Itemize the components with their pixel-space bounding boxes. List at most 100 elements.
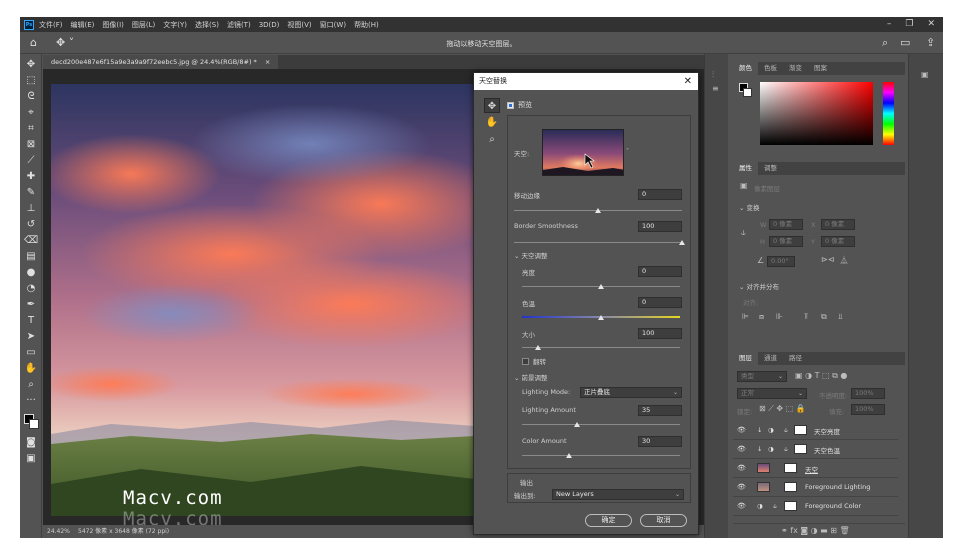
tab-properties[interactable]: 属性 xyxy=(733,162,758,175)
lighting-mode-select[interactable]: 正片叠底 ⌄ xyxy=(580,387,682,398)
move-tool-icon[interactable]: ✥ xyxy=(24,58,38,72)
layer-actions-icons[interactable]: ⚭ fx ◙ ◑ ▬ ⊞ 🗑 xyxy=(781,526,850,535)
output-to-select[interactable]: New Layers ⌄ xyxy=(552,489,684,500)
zoom-tool-icon[interactable]: ⌕ xyxy=(484,132,500,147)
menu-file[interactable]: 文件(F) xyxy=(39,20,63,30)
brightness-input[interactable]: 0 xyxy=(638,266,682,277)
temperature-slider-thumb[interactable] xyxy=(598,315,604,320)
flip-horizontal-icon[interactable]: ⊳⊲ xyxy=(821,255,834,264)
menu-select[interactable]: 选择(S) xyxy=(195,20,219,30)
opacity-input[interactable]: 100% xyxy=(851,388,885,399)
tab-channels[interactable]: 通道 xyxy=(758,352,783,365)
history-brush-tool-icon[interactable]: ↺ xyxy=(24,218,38,232)
quick-select-tool-icon[interactable]: ⌖ xyxy=(24,106,38,120)
border-smoothness-slider-track[interactable] xyxy=(514,242,682,243)
search-icon[interactable]: ⌕ xyxy=(882,36,888,50)
sky-preset-thumbnail[interactable] xyxy=(542,129,624,176)
filter-icons[interactable]: ▣ ◑ T ⬚ ⧉ ● xyxy=(795,371,847,381)
gradient-tool-icon[interactable]: ▤ xyxy=(24,250,38,264)
align-middle-v-icon[interactable]: ⧉ xyxy=(821,312,827,322)
align-distribute-header[interactable]: ⌄ 对齐并分布 xyxy=(739,281,779,291)
layer-row[interactable]: 👁 ↓ ◑ ⫝ 天空亮度 xyxy=(733,421,898,440)
close-tab-icon[interactable]: × xyxy=(265,58,270,66)
lasso-tool-icon[interactable]: ᘓ xyxy=(24,90,38,104)
hue-slider[interactable] xyxy=(883,82,894,145)
align-left-icon[interactable]: ⊫ xyxy=(742,312,749,321)
fill-input[interactable]: 100% xyxy=(851,404,885,415)
quick-mask-icon[interactable]: ◙ xyxy=(24,436,38,450)
hand-tool-icon[interactable]: ✋ xyxy=(484,115,500,130)
lock-icons[interactable]: ⊠ ⟋ ✥ ⬚ 🔒 xyxy=(759,404,806,414)
flip-vertical-icon[interactable]: ⏅ xyxy=(840,255,848,266)
zoom-level[interactable]: 24.42% xyxy=(47,525,70,538)
background-color-swatch[interactable] xyxy=(29,419,39,429)
crop-tool-icon[interactable]: ⌗ xyxy=(24,122,38,136)
stamp-tool-icon[interactable]: ⊥ xyxy=(24,202,38,216)
background-color-swatch[interactable] xyxy=(743,88,752,97)
align-bottom-icon[interactable]: ⫫ xyxy=(838,312,843,322)
sky-dropdown-arrow-icon[interactable]: ˅ xyxy=(626,148,629,155)
y-input[interactable]: 0 像素 xyxy=(821,236,855,247)
menu-layer[interactable]: 图层(L) xyxy=(132,20,155,30)
ok-button[interactable]: 确定 xyxy=(585,514,632,527)
color-amount-slider-thumb[interactable] xyxy=(566,453,573,458)
share-icon[interactable]: ⇪ xyxy=(926,36,935,49)
blur-tool-icon[interactable]: ● xyxy=(24,266,38,280)
pen-tool-icon[interactable]: ✒ xyxy=(24,298,38,312)
foreground-adjustments-header[interactable]: ⌄ 前景调整 xyxy=(514,372,548,382)
lighting-amount-slider-track[interactable] xyxy=(522,424,680,425)
restore-icon[interactable]: ❐ xyxy=(905,19,913,29)
layer-row[interactable]: 👁 Foreground Lighting xyxy=(733,478,898,497)
menu-3d[interactable]: 3D(D) xyxy=(259,21,280,29)
temperature-input[interactable]: 0 xyxy=(638,297,682,308)
zoom-tool-icon[interactable]: ⌕ xyxy=(24,378,38,392)
tab-layers[interactable]: 图层 xyxy=(733,352,758,365)
width-input[interactable]: 0 像素 xyxy=(769,219,803,230)
menu-help[interactable]: 帮助(H) xyxy=(354,20,379,30)
shift-edge-input[interactable]: 0 xyxy=(638,189,682,200)
scale-slider-thumb[interactable] xyxy=(534,345,541,350)
lighting-amount-slider-thumb[interactable] xyxy=(574,422,581,427)
libraries-panel-icon[interactable]: ▣ xyxy=(921,70,929,79)
blend-mode-select[interactable]: 正常 ⌄ xyxy=(737,388,807,399)
layer-row[interactable]: 👁 ↓ ◑ ⫝ 天空色温 xyxy=(733,440,898,459)
screen-mode-icon[interactable]: ▣ xyxy=(24,452,38,466)
menu-window[interactable]: 窗口(W) xyxy=(320,20,346,30)
tab-patterns[interactable]: 图案 xyxy=(808,62,833,75)
eyedropper-tool-icon[interactable]: ⟋ xyxy=(24,154,38,168)
scale-input[interactable]: 100 xyxy=(638,328,682,339)
menu-image[interactable]: 图像(I) xyxy=(102,20,124,30)
tab-swatches[interactable]: 色板 xyxy=(758,62,783,75)
flip-checkbox[interactable] xyxy=(522,357,529,365)
align-center-h-icon[interactable]: ⧈ xyxy=(759,312,764,322)
rectangle-tool-icon[interactable]: ▭ xyxy=(24,346,38,360)
shift-edge-slider-thumb[interactable] xyxy=(595,208,601,213)
tab-gradients[interactable]: 渐变 xyxy=(783,62,808,75)
visibility-eye-icon[interactable]: 👁 xyxy=(737,502,746,510)
layer-row[interactable]: 👁 天空 xyxy=(733,459,898,478)
border-smoothness-slider-thumb[interactable] xyxy=(679,240,685,245)
dodge-tool-icon[interactable]: ◔ xyxy=(24,282,38,296)
history-panel-icon[interactable]: ⫶ xyxy=(712,70,714,80)
sky-adjustments-header[interactable]: ⌄ 天空调整 xyxy=(514,250,548,260)
eraser-tool-icon[interactable]: ⌫ xyxy=(24,234,38,248)
workspace-icon[interactable]: ▭ xyxy=(900,36,910,49)
color-amount-input[interactable]: 30 xyxy=(638,436,682,447)
visibility-eye-icon[interactable]: 👁 xyxy=(737,464,746,472)
link-icon[interactable]: ⫝ xyxy=(741,228,746,238)
scale-slider-track[interactable] xyxy=(522,347,680,348)
brightness-slider-thumb[interactable] xyxy=(598,284,604,289)
hand-tool-icon[interactable]: ✋ xyxy=(24,362,38,376)
transform-header[interactable]: ⌄ 变换 xyxy=(739,202,760,212)
flip-toggle[interactable]: 翻转 xyxy=(522,356,546,366)
color-field[interactable] xyxy=(760,82,873,145)
layer-row[interactable]: 👁 ◑ ⫝ Foreground Color xyxy=(733,497,898,516)
marquee-tool-icon[interactable]: ⬚ xyxy=(24,74,38,88)
menu-filter[interactable]: 滤镜(T) xyxy=(227,20,251,30)
angle-input[interactable]: 0.00° xyxy=(767,256,795,267)
preview-checkbox[interactable] xyxy=(507,101,514,109)
sky-move-tool-icon[interactable]: ✥ xyxy=(484,98,500,113)
tab-paths[interactable]: 路径 xyxy=(783,352,808,365)
layer-filter-select[interactable]: 类型 ⌄ xyxy=(737,371,787,382)
close-icon[interactable]: ✕ xyxy=(684,73,692,90)
